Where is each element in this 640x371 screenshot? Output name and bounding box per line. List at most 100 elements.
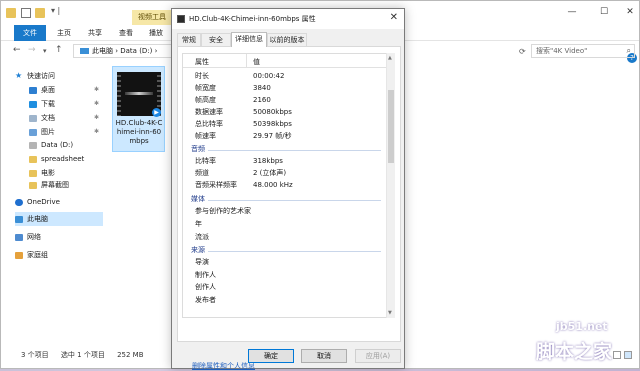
property-row: 帧宽度 3840 — [183, 83, 386, 94]
tab-file[interactable]: 文件 — [14, 25, 46, 41]
apply-button[interactable]: 应用(A) — [355, 349, 401, 363]
desktop-icon — [29, 86, 37, 94]
new-folder-icon[interactable] — [35, 8, 45, 18]
folder-icon — [29, 181, 37, 189]
address-bar[interactable]: 此电脑 › Data (D:) › — [73, 44, 173, 58]
property-row: 音频采样频率 48.000 kHz — [183, 180, 386, 191]
property-name: 帧速率 — [195, 132, 216, 140]
drive-icon — [29, 141, 37, 149]
recent-locations-icon[interactable]: ▾ — [43, 47, 47, 55]
property-name: 制作人 — [195, 271, 216, 279]
scrollbar-thumb[interactable] — [388, 90, 394, 163]
property-name: 帧高度 — [195, 96, 216, 104]
column-divider[interactable] — [246, 54, 247, 68]
tab-security[interactable]: 安全 — [201, 33, 231, 46]
nav-item-homegroup[interactable]: 家庭组 — [15, 248, 103, 262]
property-row: 创作人 — [183, 282, 386, 293]
play-badge-icon: ▶ — [152, 108, 161, 117]
this-pc-icon — [80, 48, 89, 54]
property-value: 318kbps — [253, 157, 283, 165]
property-name: 创作人 — [195, 283, 216, 291]
tab-general[interactable]: 常规 — [177, 33, 201, 46]
refresh-icon[interactable]: ⟳ — [519, 47, 526, 56]
nav-label: spreadsheet — [41, 155, 85, 163]
tab-play[interactable]: 播放 — [141, 25, 171, 41]
nav-item-pictures[interactable]: 图片 ✱ — [29, 125, 103, 139]
up-arrow-icon[interactable]: ↑ — [55, 45, 63, 55]
nav-label: 文档 — [41, 114, 55, 122]
list-header: 属性 值 — [183, 54, 386, 68]
forward-arrow-icon[interactable]: → — [28, 45, 36, 55]
close-button[interactable]: ✕ — [619, 6, 640, 18]
navigation-pane: ★ 快速访问 桌面 ✱ 下载 ✱ 文档 ✱ 图片 ✱ Data (D:) spreadsh… — [15, 65, 103, 345]
nav-item-screenshots[interactable]: 屏幕截图 — [29, 178, 103, 192]
search-input[interactable]: 搜索"4K Video" ⌕ — [531, 44, 635, 58]
property-row: 流派 — [183, 232, 386, 243]
dialog-close-button[interactable]: ✕ — [390, 12, 398, 23]
folder-icon[interactable] — [6, 8, 16, 18]
nav-item-network[interactable]: 网络 — [15, 230, 103, 244]
column-header-property[interactable]: 属性 — [195, 57, 209, 67]
nav-label: 网络 — [27, 233, 41, 241]
selected-count: 选中 1 个项目 — [60, 351, 105, 359]
property-name: 参与创作的艺术家 — [195, 207, 251, 215]
property-row: 频道 2 (立体声) — [183, 168, 386, 179]
document-icon — [29, 114, 37, 122]
tab-previous-versions[interactable]: 以前的版本 — [267, 33, 307, 46]
customize-toolbar-icon[interactable]: ▾ | — [51, 6, 60, 15]
property-row: 帧高度 2160 — [183, 95, 386, 106]
property-name: 导演 — [195, 258, 209, 266]
property-row: 制作人 — [183, 270, 386, 281]
property-name: 时长 — [195, 72, 209, 80]
scroll-down-arrow-icon[interactable]: ▼ — [388, 310, 392, 316]
property-row: 年 — [183, 219, 386, 230]
property-value: 2 (立体声) — [253, 169, 287, 177]
watermark-site: jb51.net — [556, 320, 608, 333]
property-value: 29.97 帧/秒 — [253, 132, 292, 140]
nav-item-documents[interactable]: 文档 ✱ — [29, 111, 103, 125]
video-file-icon — [177, 15, 185, 23]
nav-item-data-drive[interactable]: Data (D:) — [29, 138, 103, 152]
minimize-button[interactable]: — — [561, 6, 583, 18]
nav-label: Data (D:) — [41, 141, 74, 149]
property-value: 48.000 kHz — [253, 181, 293, 189]
search-placeholder: 搜索"4K Video" — [536, 47, 588, 55]
property-list[interactable]: 属性 值 时长 00:00:42 帧宽度 3840 帧高度 2160 数据速率 5008… — [182, 53, 387, 318]
nav-item-quick-access[interactable]: ★ 快速访问 — [15, 69, 103, 83]
large-icons-view-icon[interactable] — [624, 351, 632, 359]
nav-item-spreadsheet[interactable]: spreadsheet — [29, 152, 103, 166]
group-label: 来源 — [191, 246, 208, 254]
homegroup-icon — [15, 251, 23, 259]
nav-item-downloads[interactable]: 下载 ✱ — [29, 97, 103, 111]
scroll-up-arrow-icon[interactable]: ▲ — [388, 55, 392, 61]
cancel-button[interactable]: 取消 — [301, 349, 347, 363]
ok-button[interactable]: 确定 — [248, 349, 294, 363]
dialog-title: HD.Club-4K-Chimei-inn-60mbps 属性 — [189, 15, 316, 23]
details-panel: 属性 值 时长 00:00:42 帧宽度 3840 帧高度 2160 数据速率 5008… — [177, 46, 401, 370]
property-row: 参与创作的艺术家 — [183, 206, 386, 217]
nav-item-this-pc[interactable]: 此电脑 — [15, 212, 103, 226]
group-header-media: 媒体 — [191, 194, 381, 205]
property-list-scrollbar[interactable]: ▲ ▼ — [386, 53, 395, 318]
tab-view[interactable]: 查看 — [111, 25, 141, 41]
tab-details[interactable]: 详细信息 — [231, 32, 267, 47]
nav-label: 电影 — [41, 169, 55, 177]
video-tools-tab[interactable]: 视频工具 — [132, 10, 172, 25]
property-name: 数据速率 — [195, 108, 223, 116]
properties-dialog: HD.Club-4K-Chimei-inn-60mbps 属性 ✕ 常规 安全 … — [171, 8, 405, 370]
nav-item-desktop[interactable]: 桌面 ✱ — [29, 83, 103, 97]
remove-properties-link[interactable]: 删除属性和个人信息 — [192, 361, 255, 371]
nav-label: 图片 — [41, 128, 55, 136]
properties-icon[interactable] — [21, 8, 31, 18]
video-file-item[interactable]: ▶ HD.Club-4K-Chimei-inn-60mbps — [112, 66, 165, 152]
back-arrow-icon[interactable]: ← — [13, 45, 21, 55]
property-name: 发布者 — [195, 296, 216, 304]
column-header-value[interactable]: 值 — [253, 57, 260, 67]
nav-item-onedrive[interactable]: OneDrive — [15, 195, 103, 209]
group-header-origin: 来源 — [191, 245, 381, 256]
maximize-button[interactable]: ☐ — [593, 6, 615, 18]
nav-label: 快速访问 — [27, 72, 55, 80]
tab-home[interactable]: 主页 — [49, 25, 79, 41]
tab-share[interactable]: 共享 — [80, 25, 110, 41]
details-view-icon[interactable] — [613, 351, 621, 359]
